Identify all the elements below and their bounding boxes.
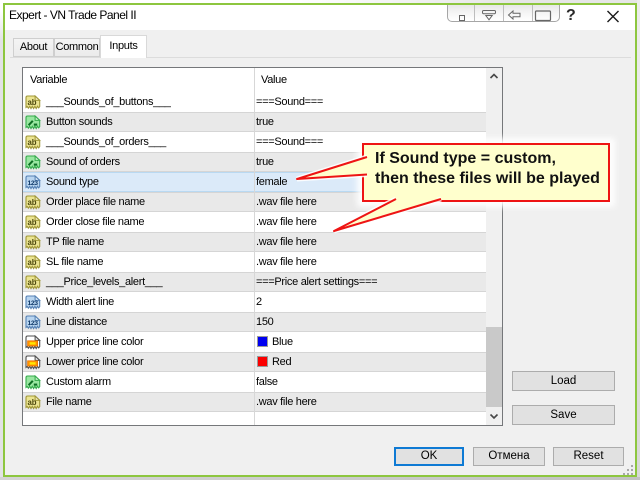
svg-text:ab: ab xyxy=(27,398,36,407)
svg-text:ab: ab xyxy=(27,258,36,267)
svg-text:ab: ab xyxy=(27,278,36,287)
svg-text:123: 123 xyxy=(28,300,39,307)
svg-text:123: 123 xyxy=(28,320,39,327)
svg-text:ab: ab xyxy=(27,218,36,227)
svg-text:ab: ab xyxy=(27,238,36,247)
svg-text:ab: ab xyxy=(27,138,36,147)
svg-text:123: 123 xyxy=(28,180,39,187)
svg-text:ab: ab xyxy=(27,198,36,207)
svg-text:ab: ab xyxy=(27,98,36,107)
